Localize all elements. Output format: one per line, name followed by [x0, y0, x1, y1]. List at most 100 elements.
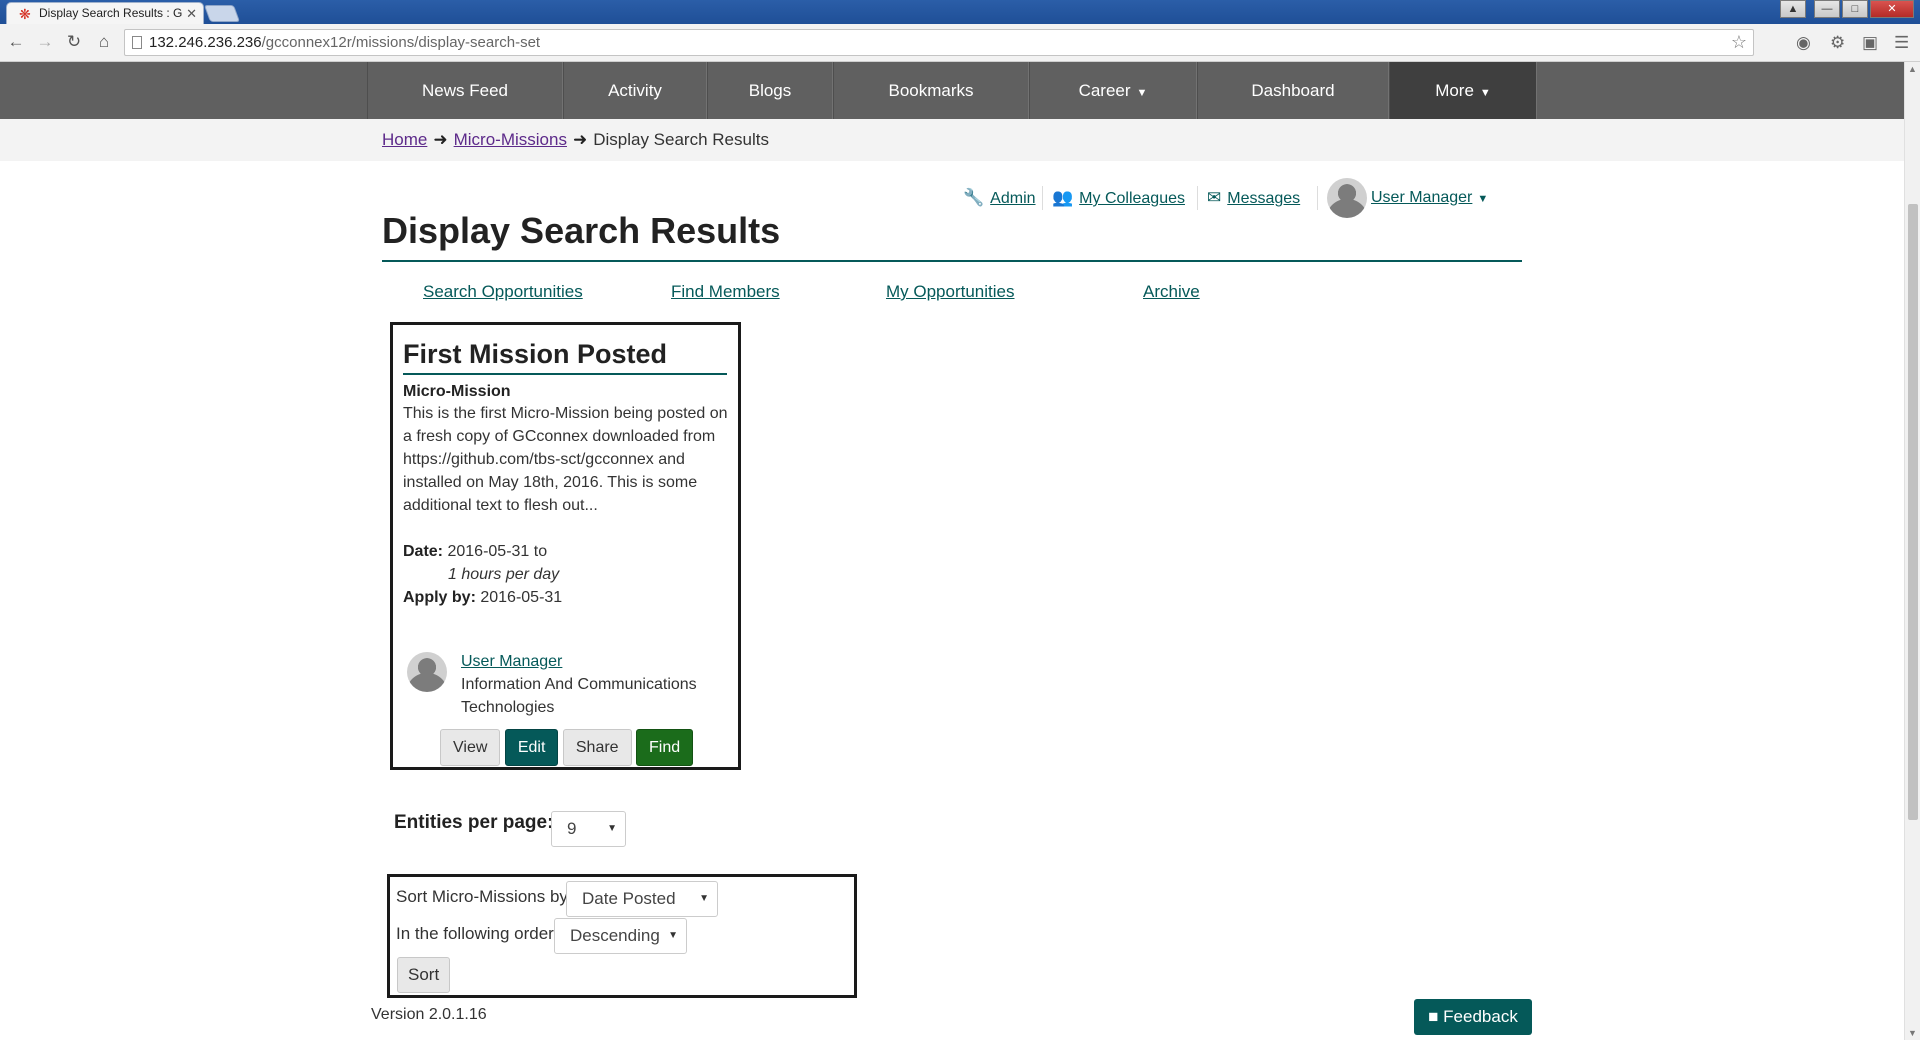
- sort-by-value: Date Posted: [582, 889, 676, 908]
- order-label: In the following order:: [396, 924, 559, 943]
- mission-title[interactable]: First Mission Posted: [403, 335, 727, 375]
- url-path: /gcconnex12r/missions/display-search-set: [261, 34, 541, 51]
- nav-activity[interactable]: Activity: [563, 62, 707, 119]
- breadcrumb-home[interactable]: Home: [382, 130, 427, 149]
- page: News Feed Activity Blogs Bookmarks Caree…: [0, 62, 1904, 1040]
- messages-link[interactable]: ✉ Messages: [1207, 178, 1300, 218]
- back-icon[interactable]: ←: [6, 32, 26, 52]
- subnav-find-members[interactable]: Find Members: [671, 282, 780, 302]
- canada-leaf-icon: ❋: [19, 6, 31, 22]
- feedback-button[interactable]: ■ Feedback: [1414, 999, 1532, 1035]
- reload-icon[interactable]: ↻: [64, 32, 84, 52]
- nav-career[interactable]: Career ▼: [1029, 62, 1197, 119]
- menu-icon[interactable]: ☰: [1894, 33, 1909, 53]
- settings-extension-icon[interactable]: ⚙: [1830, 33, 1845, 53]
- nav-blogs[interactable]: Blogs: [707, 62, 833, 119]
- breadcrumb-current: Display Search Results: [593, 130, 769, 149]
- date-label: Date:: [403, 543, 444, 560]
- url-host: 132.246.236.236: [149, 34, 262, 51]
- address-bar[interactable]: 132.246.236.236/gcconnex12r/missions/dis…: [124, 29, 1754, 56]
- feedback-label: Feedback: [1443, 1007, 1518, 1026]
- admin-link[interactable]: 🔧 Admin: [963, 178, 1036, 218]
- version-text: Version 2.0.1.16: [371, 1006, 487, 1023]
- apply-label: Apply by:: [403, 589, 476, 606]
- scroll-down-icon[interactable]: ▼: [1908, 1028, 1917, 1038]
- minimize-button[interactable]: —: [1814, 0, 1840, 18]
- apply-value: 2016-05-31: [480, 589, 563, 606]
- chevron-down-icon: ▼: [1479, 87, 1491, 99]
- extension-box-icon[interactable]: ▣: [1862, 33, 1878, 53]
- view-button[interactable]: View: [440, 729, 501, 766]
- sort-by-label: Sort Micro-Missions by:: [396, 887, 573, 906]
- new-tab-button[interactable]: [203, 5, 241, 22]
- chevron-down-icon: ▼: [1477, 193, 1489, 206]
- find-button[interactable]: Find: [636, 729, 694, 766]
- sort-by-select[interactable]: Date Posted ▼: [566, 881, 718, 917]
- sort-panel: Sort Micro-Missions by: Date Posted ▼ In…: [387, 874, 857, 998]
- mission-description: This is the first Micro-Mission being po…: [403, 405, 728, 514]
- divider: [1042, 186, 1043, 210]
- home-icon[interactable]: ⌂: [94, 32, 114, 52]
- order-value: Descending: [570, 926, 660, 945]
- colleagues-link[interactable]: 👥 My Colleagues: [1052, 178, 1185, 218]
- page-scrollbar[interactable]: ▲ ▼: [1904, 62, 1920, 1040]
- owner-name-link[interactable]: User Manager: [461, 653, 562, 670]
- caret-down-icon: ▼: [699, 893, 709, 904]
- divider: [1317, 186, 1318, 210]
- main-navigation: News Feed Activity Blogs Bookmarks Caree…: [0, 62, 1904, 119]
- nav-bookmarks[interactable]: Bookmarks: [833, 62, 1029, 119]
- nav-news-feed[interactable]: News Feed: [367, 62, 563, 119]
- browser-tab[interactable]: ❋ Display Search Results : G ✕: [6, 2, 204, 24]
- page-icon: [132, 36, 142, 49]
- close-tab-icon[interactable]: ✕: [186, 3, 197, 24]
- entities-per-page-label: Entities per page:: [394, 812, 554, 833]
- avatar[interactable]: [407, 652, 447, 692]
- caret-down-icon: ▼: [607, 823, 617, 834]
- forward-icon[interactable]: →: [35, 32, 55, 52]
- avatar: [1327, 178, 1367, 218]
- entities-per-page-select[interactable]: 9 ▼: [551, 811, 626, 847]
- subnav-archive[interactable]: Archive: [1143, 282, 1200, 302]
- subnav-search-opportunities[interactable]: Search Opportunities: [423, 282, 583, 302]
- order-select[interactable]: Descending ▼: [554, 918, 687, 954]
- messages-label[interactable]: Messages: [1227, 190, 1300, 207]
- subnav-mine-label[interactable]: My Opportunities: [886, 282, 1015, 301]
- user-name[interactable]: User Manager: [1371, 189, 1472, 206]
- caret-down-icon: ▼: [668, 930, 678, 941]
- subnav-search-label[interactable]: Search Opportunities: [423, 282, 583, 301]
- sort-button[interactable]: Sort: [397, 957, 451, 993]
- nav-dashboard[interactable]: Dashboard: [1197, 62, 1389, 119]
- mission-card: First Mission Posted Micro-Mission This …: [390, 322, 741, 770]
- admin-label[interactable]: Admin: [990, 190, 1035, 207]
- window-extra-button[interactable]: ▲: [1780, 0, 1806, 18]
- edit-button[interactable]: Edit: [504, 729, 559, 766]
- mission-actions: View Edit Share Find: [440, 729, 694, 766]
- scrollbar-thumb[interactable]: [1908, 204, 1918, 820]
- users-icon: 👥: [1052, 188, 1074, 207]
- star-icon[interactable]: ☆: [1731, 30, 1747, 55]
- mission-apply-by: Apply by: 2016-05-31: [403, 586, 728, 609]
- envelope-icon: ✉: [1207, 188, 1222, 207]
- subnav-members-label[interactable]: Find Members: [671, 282, 780, 301]
- scroll-up-icon[interactable]: ▲: [1908, 64, 1917, 74]
- chevron-down-icon: ▼: [1136, 87, 1148, 99]
- title-divider: [382, 260, 1522, 262]
- subnav-my-opportunities[interactable]: My Opportunities: [886, 282, 1015, 302]
- extension-icon[interactable]: ◉: [1796, 33, 1811, 53]
- breadcrumb-micro-missions[interactable]: Micro-Missions: [454, 130, 567, 149]
- close-window-button[interactable]: ✕: [1870, 0, 1914, 18]
- maximize-button[interactable]: □: [1842, 0, 1868, 18]
- comment-icon: ■: [1428, 1007, 1439, 1026]
- browser-titlebar: ❋ Display Search Results : G ✕ ▲ — □ ✕: [0, 0, 1920, 24]
- mission-date: Date: 2016-05-31 to: [403, 540, 728, 563]
- subnav-archive-label[interactable]: Archive: [1143, 282, 1200, 301]
- colleagues-label[interactable]: My Colleagues: [1079, 190, 1185, 207]
- share-button[interactable]: Share: [562, 729, 632, 766]
- page-title: Display Search Results: [382, 210, 781, 251]
- nav-more[interactable]: More ▼: [1389, 62, 1537, 119]
- owner-info: User Manager Information And Communicati…: [461, 650, 721, 719]
- user-dropdown[interactable]: User Manager ▼: [1327, 178, 1488, 218]
- nav-more-label: More: [1435, 81, 1474, 100]
- mission-hours: 1 hours per day: [448, 566, 560, 583]
